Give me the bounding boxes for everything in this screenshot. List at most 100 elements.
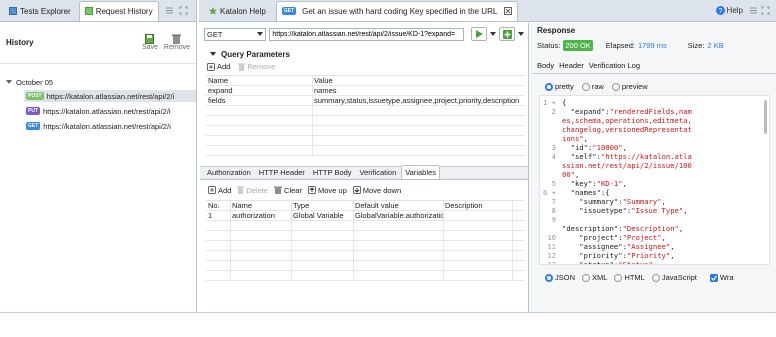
- xml-radio[interactable]: XML: [582, 273, 607, 283]
- list-item[interactable]: PUT https://katalon.atlassian.net/rest/a…: [24, 105, 196, 117]
- table-row[interactable]: fields summary,status,issuetype,assignee…: [206, 96, 524, 106]
- maximize-icon[interactable]: [179, 6, 188, 15]
- history-tree: October 05 POST https://katalon.atlassia…: [0, 64, 196, 132]
- app-window: Tests Explorer Request History History S…: [0, 0, 776, 337]
- table-row[interactable]: [206, 231, 524, 241]
- arrow-down-icon: [352, 186, 361, 194]
- pretty-radio[interactable]: pretty: [545, 82, 574, 91]
- javascript-label: JavaScript: [661, 273, 697, 282]
- code-line: 8 "issuetype":"Issue Type",: [551, 206, 688, 215]
- raw-label: raw: [591, 81, 604, 91]
- table-row[interactable]: [206, 221, 524, 231]
- post-method-badge: POST: [26, 92, 44, 100]
- move-down-button[interactable]: Move down: [352, 186, 401, 195]
- column-divider: [353, 201, 354, 281]
- arrow-up-icon: [307, 186, 316, 194]
- table-header: No. Name Type Default value Description: [206, 201, 524, 211]
- table-row[interactable]: [206, 271, 524, 281]
- add-icon: [207, 62, 215, 71]
- url-input[interactable]: [269, 27, 465, 41]
- code-line: 1 ▾{: [543, 98, 567, 107]
- table-row[interactable]: [206, 116, 524, 126]
- delete-label: Delete: [246, 185, 269, 195]
- method-select[interactable]: GET: [204, 27, 267, 41]
- javascript-radio[interactable]: JavaScript: [651, 273, 697, 283]
- delete-variable-button[interactable]: Delete: [237, 186, 268, 195]
- table-header: Name Value: [206, 76, 524, 86]
- remove-param-button[interactable]: Remove: [238, 62, 275, 71]
- table-row[interactable]: [206, 241, 524, 251]
- code-line: 13 "status":"Status": [547, 260, 653, 265]
- chevron-down-icon[interactable]: [517, 31, 524, 37]
- view-menu-icon[interactable]: [749, 6, 758, 15]
- query-section-header[interactable]: Query Parameters: [200, 47, 528, 61]
- table-row[interactable]: 1 authorization Global Variable GlobalVa…: [206, 211, 524, 221]
- table-row[interactable]: [206, 146, 524, 156]
- wrap-checkbox[interactable]: Wra: [709, 273, 734, 282]
- remove-button[interactable]: Remove: [164, 34, 190, 51]
- tab-body[interactable]: Body: [537, 61, 554, 73]
- maximize-icon[interactable]: [761, 6, 770, 15]
- help-button[interactable]: ? Help: [715, 6, 743, 15]
- tab-header[interactable]: Header: [559, 61, 584, 73]
- raw-radio[interactable]: raw: [581, 81, 604, 91]
- code-line: changelog,versionedRepresentat: [562, 125, 692, 134]
- table-row[interactable]: [206, 251, 524, 261]
- tab-http-body[interactable]: HTTP Body: [310, 166, 355, 179]
- variables-table: No. Name Type Default value Description …: [206, 200, 524, 286]
- response-panel: Response Status: 200 OK Elapsed: 1799 ms…: [531, 23, 776, 312]
- tab-verification[interactable]: Verification: [357, 166, 400, 179]
- table-row[interactable]: [206, 106, 524, 116]
- tab-tests-explorer[interactable]: Tests Explorer: [3, 1, 77, 21]
- chevron-down-icon[interactable]: [490, 31, 497, 37]
- wrap-label: Wra: [719, 273, 734, 282]
- column-header: Name: [208, 76, 229, 85]
- radio-icon: [545, 83, 553, 91]
- clear-variables-button[interactable]: Clear: [274, 186, 302, 195]
- chevron-down-icon[interactable]: [210, 51, 216, 57]
- table-row[interactable]: [206, 136, 524, 146]
- radio-icon: [582, 274, 591, 283]
- table-row[interactable]: expand names: [206, 86, 524, 96]
- save-button[interactable]: Save: [142, 34, 158, 51]
- html-radio[interactable]: HTML: [614, 273, 645, 283]
- table-row[interactable]: [206, 261, 524, 271]
- tab-verification-log[interactable]: Verification Log: [589, 61, 640, 73]
- radio-icon: [611, 83, 620, 91]
- send-button[interactable]: [471, 27, 488, 41]
- add-param-button[interactable]: Add: [207, 62, 230, 71]
- response-body[interactable]: 1 ▾{ 2 "expand":"renderedFields,nam es,s…: [539, 95, 770, 265]
- add-verification-button[interactable]: [499, 27, 515, 41]
- column-divider: [312, 76, 313, 156]
- add-variable-button[interactable]: Add: [208, 186, 231, 195]
- move-up-button[interactable]: Move up: [307, 186, 347, 195]
- close-icon[interactable]: [504, 7, 513, 15]
- radio-icon: [545, 274, 553, 283]
- tab-request-history[interactable]: Request History: [78, 0, 159, 21]
- preview-label: preview: [621, 81, 648, 91]
- code-line: 6 ▾ "names":{: [543, 188, 610, 197]
- add-icon: [208, 186, 216, 194]
- tree-group[interactable]: October 05: [0, 76, 196, 88]
- tab-authorization[interactable]: Authorization: [204, 166, 254, 179]
- chevron-down-icon[interactable]: [6, 79, 12, 85]
- json-radio[interactable]: JSON: [545, 273, 575, 283]
- scrollbar[interactable]: [764, 100, 767, 134]
- code-line: 5 "key":"KD-1",: [551, 179, 627, 188]
- request-subtabs: Authorization HTTP Header HTTP Body Veri…: [200, 165, 528, 180]
- list-item[interactable]: POST https://katalon.atlassian.net/rest/…: [24, 90, 196, 102]
- view-menu-icon[interactable]: [165, 6, 174, 15]
- add-label: Add: [217, 62, 231, 71]
- preview-radio[interactable]: preview: [611, 81, 648, 91]
- column-header: Name: [232, 201, 253, 210]
- history-title: History: [6, 38, 34, 47]
- list-item[interactable]: GET https://katalon.atlassian.net/rest/a…: [24, 120, 196, 132]
- table-row[interactable]: [206, 126, 524, 136]
- tab-request[interactable]: GET Get an issue with hard coding Key sp…: [275, 0, 519, 21]
- tab-katalon-help[interactable]: Katalon Help: [203, 1, 272, 21]
- history-url: https://katalon.atlassian.net/rest/api/2…: [43, 106, 171, 116]
- tab-variables[interactable]: Variables: [401, 165, 440, 179]
- response-tabs: Body Header Verification Log: [531, 51, 776, 74]
- history-header: History Save Remove: [0, 22, 196, 64]
- tab-http-header[interactable]: HTTP Header: [256, 166, 308, 179]
